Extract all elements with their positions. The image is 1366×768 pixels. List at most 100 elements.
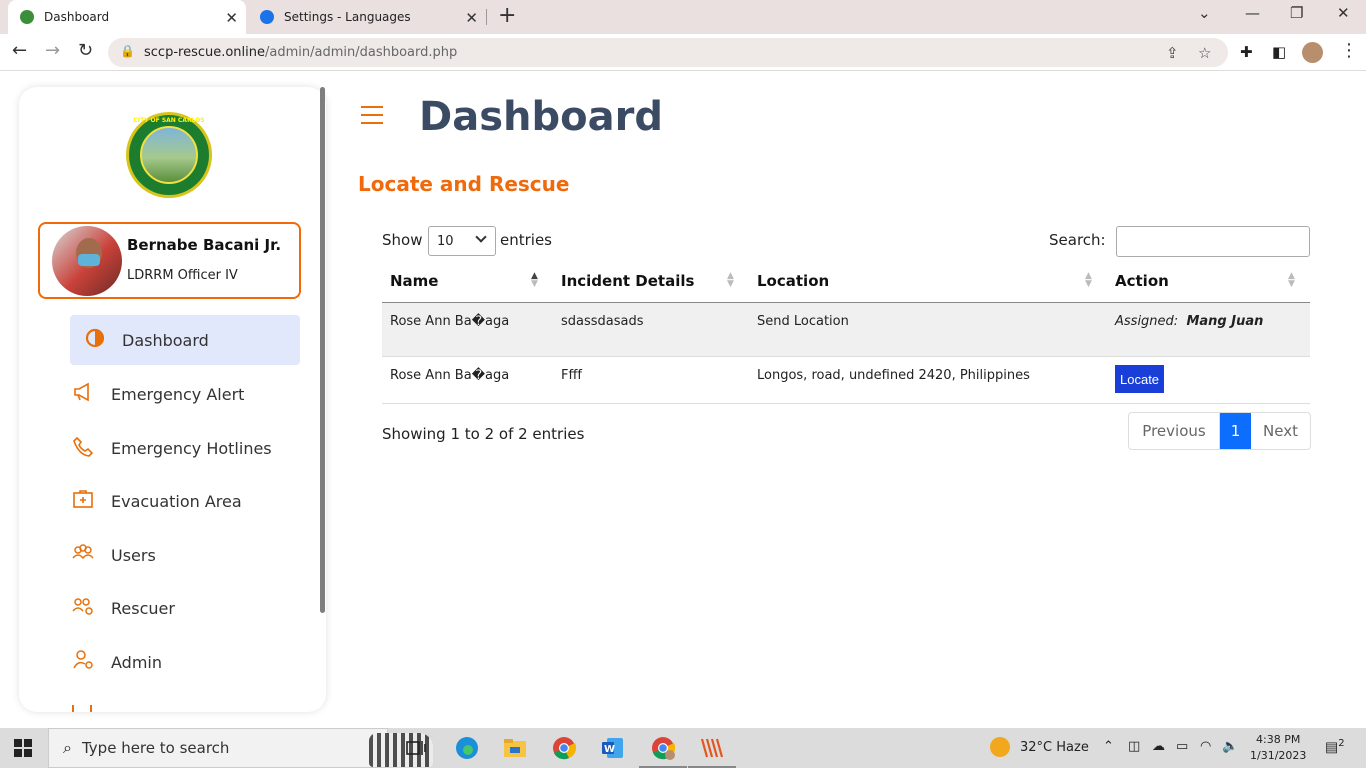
seal-emblem xyxy=(140,126,198,184)
page-title: Dashboard xyxy=(419,94,663,140)
share-icon[interactable]: ⇪ xyxy=(1166,44,1179,62)
locate-button[interactable]: Locate xyxy=(1115,365,1165,393)
sidebar-item-label: Evacuation Area xyxy=(111,491,242,511)
sidebar-item-users[interactable]: Users xyxy=(70,530,300,580)
word-icon[interactable]: W xyxy=(599,734,627,762)
notifications-icon[interactable]: ▤2 xyxy=(1325,738,1345,756)
task-view-icon[interactable] xyxy=(402,734,430,762)
sidebar-item-admin[interactable]: Admin xyxy=(70,637,300,687)
hamburger-menu-icon[interactable] xyxy=(361,106,383,124)
sidebar-item-label: Rescuer xyxy=(111,598,175,618)
browser-tab-strip: Dashboard ✕ Settings - Languages ✕ + ⌄ —… xyxy=(0,0,1366,34)
tab-settings-languages[interactable]: Settings - Languages ✕ xyxy=(250,0,486,34)
seal-text: CITY OF SAN CARLOS xyxy=(133,117,205,124)
assigned-label: Assigned: xyxy=(1115,314,1179,329)
close-window-icon[interactable]: ✕ xyxy=(1337,4,1350,22)
phone-icon xyxy=(73,436,94,457)
cell-incident-details: Ffff xyxy=(561,368,583,383)
windows-start-icon[interactable] xyxy=(14,739,32,757)
battery-icon[interactable]: ▭ xyxy=(1176,739,1188,754)
chrome-profile-icon[interactable] xyxy=(639,734,687,768)
file-explorer-icon[interactable] xyxy=(501,734,529,762)
previous-page-button[interactable]: Previous xyxy=(1129,413,1220,449)
sidebar-item-dashboard[interactable]: Dashboard xyxy=(70,315,300,365)
sidebar-item-rescuer[interactable]: Rescuer xyxy=(70,583,300,633)
close-tab-icon[interactable]: ✕ xyxy=(225,9,238,27)
user-avatar xyxy=(52,226,122,296)
sort-arrows-icon[interactable]: ▲ ▼ xyxy=(531,272,538,289)
weather-readout[interactable]: 32°C Haze xyxy=(1020,740,1089,755)
tab-dashboard[interactable]: Dashboard ✕ xyxy=(8,0,246,34)
tab-separator xyxy=(486,9,487,25)
profile-avatar[interactable] xyxy=(1302,42,1323,63)
app-launcher-icon[interactable] xyxy=(688,734,736,768)
search-input[interactable] xyxy=(1116,226,1310,257)
chevron-up-icon[interactable]: ⌃ xyxy=(1103,739,1114,754)
wifi-icon[interactable]: ◠ xyxy=(1200,739,1211,754)
star-bookmark-icon[interactable]: ☆ xyxy=(1198,44,1211,62)
address-bar: ← → ↻ 🔒 sccp-rescue.online/admin/admin/d… xyxy=(0,34,1366,71)
user-role: LDRRM Officer IV xyxy=(127,268,238,283)
column-header-action[interactable]: Action xyxy=(1115,272,1169,290)
edge-browser-icon[interactable] xyxy=(453,734,481,762)
minimize-icon[interactable]: — xyxy=(1245,4,1260,22)
pagination: Previous 1 Next xyxy=(1128,412,1311,450)
next-page-button[interactable]: Next xyxy=(1251,413,1310,449)
sidebar-item-label: Emergency Alert xyxy=(111,384,245,404)
megaphone-icon xyxy=(74,382,89,402)
sidebar: CITY OF SAN CARLOS Bernabe Bacani Jr. LD… xyxy=(19,87,326,712)
notification-count: 2 xyxy=(1338,738,1345,749)
speaker-icon[interactable]: 🔈 xyxy=(1222,739,1238,754)
column-header-incident-details[interactable]: Incident Details xyxy=(561,272,694,290)
windows-taskbar: ⌕ Type here to search W 32°C Haze ⌃ ◫ ☁ … xyxy=(0,728,1366,768)
page-1-button[interactable]: 1 xyxy=(1220,413,1251,449)
side-panel-icon[interactable]: ◧ xyxy=(1272,43,1286,61)
column-header-name[interactable]: Name xyxy=(390,272,438,290)
taskbar-search-box[interactable]: ⌕ Type here to search xyxy=(48,728,433,768)
first-aid-icon xyxy=(73,490,93,508)
sidebar-item-label: Dashboard xyxy=(122,330,209,350)
search-label: Search: xyxy=(1049,231,1106,249)
sort-arrows-icon[interactable]: ▲ ▼ xyxy=(1085,272,1092,289)
sidebar-item-evacuation-area[interactable]: Evacuation Area xyxy=(70,476,300,526)
table-row: Rose Ann Ba�aga sdassdasads Send Locatio… xyxy=(382,303,1310,357)
users-group-icon xyxy=(72,544,94,560)
sidebar-item-emergency-hotlines[interactable]: Emergency Hotlines xyxy=(70,423,300,473)
cell-incident-details: sdassdasads xyxy=(561,314,644,329)
url-domain: sccp-rescue.online xyxy=(144,45,266,60)
table-info: Showing 1 to 2 of 2 entries xyxy=(382,425,585,443)
clock-time: 4:38 PM xyxy=(1256,733,1301,746)
back-arrow-icon[interactable]: ← xyxy=(12,40,27,61)
settings-gear-icon xyxy=(260,10,274,24)
system-clock[interactable]: 4:38 PM 1/31/2023 xyxy=(1250,732,1306,764)
chart-bar-icon xyxy=(72,705,92,712)
sort-arrows-icon[interactable]: ▲ ▼ xyxy=(727,272,734,289)
tab-search-chevron-icon[interactable]: ⌄ xyxy=(1198,4,1211,22)
reload-icon[interactable]: ↻ xyxy=(78,40,93,61)
sidebar-item-label: Admin xyxy=(111,652,162,672)
chevron-down-icon xyxy=(475,231,487,243)
cloud-sync-icon[interactable]: ☁ xyxy=(1152,739,1165,754)
sidebar-scrollbar[interactable] xyxy=(320,87,325,613)
meet-now-icon[interactable]: ◫ xyxy=(1128,739,1140,754)
restore-icon[interactable]: ❐ xyxy=(1290,4,1303,22)
sort-arrows-icon[interactable]: ▲ ▼ xyxy=(1288,272,1295,289)
cell-name: Rose Ann Ba�aga xyxy=(390,368,510,383)
entries-select[interactable]: 10 xyxy=(428,226,496,256)
url-path: /admin/admin/dashboard.php xyxy=(265,45,458,60)
forward-arrow-icon[interactable]: → xyxy=(45,40,60,61)
sidebar-item-label: Users xyxy=(111,545,156,565)
sidebar-item-emergency-alert[interactable]: Emergency Alert xyxy=(70,369,300,419)
column-header-location[interactable]: Location xyxy=(757,272,829,290)
lock-icon: 🔒 xyxy=(120,44,135,58)
chrome-icon[interactable] xyxy=(550,734,578,762)
url-field[interactable]: 🔒 sccp-rescue.online/admin/admin/dashboa… xyxy=(108,38,1228,67)
extensions-puzzle-icon[interactable]: ✚ xyxy=(1240,43,1253,61)
close-tab-icon[interactable]: ✕ xyxy=(465,9,478,27)
kebab-menu-icon[interactable]: ⋮ xyxy=(1340,40,1358,61)
weather-haze-icon[interactable] xyxy=(990,737,1010,757)
new-tab-plus-icon[interactable]: + xyxy=(498,3,516,28)
section-title: Locate and Rescue xyxy=(358,172,570,196)
city-seal-logo: CITY OF SAN CARLOS xyxy=(126,112,212,198)
svg-text:W: W xyxy=(604,744,615,755)
